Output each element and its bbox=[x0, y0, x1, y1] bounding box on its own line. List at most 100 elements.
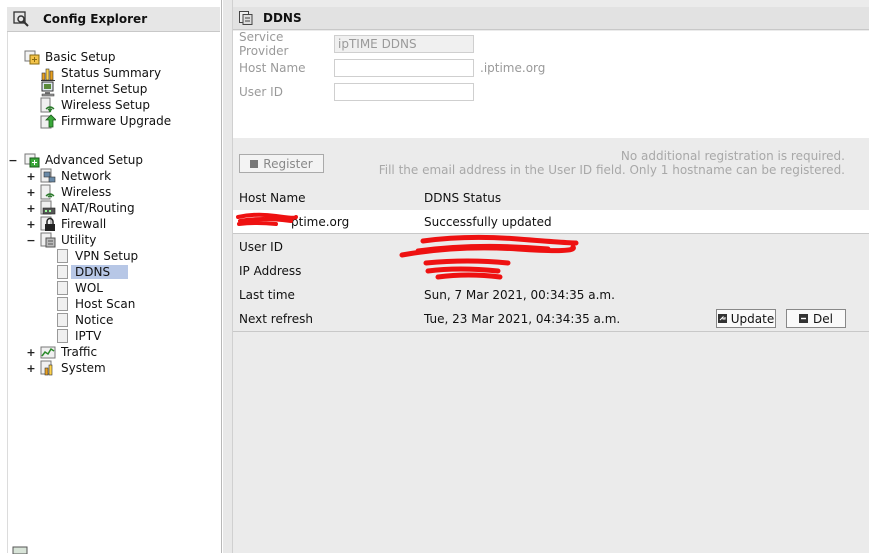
config-explorer-panel: Config Explorer Basic Setup Status Summa… bbox=[0, 0, 222, 554]
vpn-setup-page-icon bbox=[57, 249, 68, 263]
firewall-expand-toggle[interactable]: + bbox=[26, 218, 36, 231]
tree-wireless[interactable]: + Wireless bbox=[26, 184, 111, 200]
register-area: Register No additional registration is r… bbox=[233, 138, 869, 182]
tree-iptv-label: IPTV bbox=[75, 329, 102, 343]
tree-iptv[interactable]: IPTV bbox=[57, 328, 101, 344]
tree-advanced-setup-label: Advanced Setup bbox=[45, 153, 144, 167]
delete-button-label: Del bbox=[813, 311, 833, 326]
basic-setup-folder-icon bbox=[24, 50, 40, 65]
advanced-setup-folder-icon bbox=[24, 153, 40, 168]
update-button-label: Update bbox=[730, 311, 775, 326]
tree-host-scan[interactable]: Host Scan bbox=[57, 296, 135, 312]
tree-wireless-setup-label: Wireless Setup bbox=[61, 98, 150, 112]
iptv-page-icon bbox=[57, 329, 68, 343]
wol-page-icon bbox=[57, 281, 68, 295]
tree-wol-label: WOL bbox=[75, 281, 103, 295]
user-id-label: User ID bbox=[239, 85, 283, 99]
system-icon bbox=[40, 360, 53, 376]
wireless-icon bbox=[40, 184, 55, 200]
lock-icon bbox=[40, 216, 55, 231]
ddns-form: Service Provider ipTIME DDNS Host Name .… bbox=[233, 30, 869, 138]
tree-internet-setup-label: Internet Setup bbox=[61, 82, 148, 96]
tree-wireless-setup[interactable]: Wireless Setup bbox=[40, 97, 150, 113]
ddns-status-value: Successfully updated bbox=[424, 214, 552, 229]
utility-icon bbox=[40, 232, 56, 248]
last-time-detail-row: Last time Sun, 7 Mar 2021, 00:34:35 a.m. bbox=[233, 283, 869, 307]
host-name-row: Host Name .iptime.org bbox=[239, 58, 545, 78]
ddns-page-header-icon bbox=[239, 11, 253, 25]
tree-host-scan-label: Host Scan bbox=[75, 297, 136, 311]
explorer-search-icon bbox=[13, 11, 29, 27]
ddns-header: DDNS bbox=[233, 7, 869, 30]
ddns-status-column-header: DDNS Status bbox=[424, 191, 502, 205]
tree-system-label: System bbox=[61, 361, 106, 375]
next-refresh-detail-label: Next refresh bbox=[239, 312, 313, 326]
traffic-expand-toggle[interactable]: + bbox=[26, 346, 36, 359]
system-expand-toggle[interactable]: + bbox=[26, 362, 36, 375]
tree-vpn-setup[interactable]: VPN Setup bbox=[57, 248, 138, 264]
firmware-upgrade-icon bbox=[40, 114, 56, 129]
ddns-title: DDNS bbox=[263, 11, 302, 25]
tree-wol[interactable]: WOL bbox=[57, 280, 103, 296]
tree-utility[interactable]: − Utility bbox=[26, 232, 96, 248]
tree-status-summary[interactable]: Status Summary bbox=[40, 65, 161, 81]
tree-internet-setup[interactable]: Internet Setup bbox=[40, 81, 147, 97]
config-explorer-title: Config Explorer bbox=[43, 12, 148, 26]
table-header-row: Host Name DDNS Status bbox=[233, 186, 869, 210]
user-id-detail-label: User ID bbox=[239, 240, 283, 254]
last-time-detail-label: Last time bbox=[239, 288, 295, 302]
tree-traffic[interactable]: + Traffic bbox=[26, 344, 97, 360]
tree-network-label: Network bbox=[61, 169, 112, 183]
tree-vpn-setup-label: VPN Setup bbox=[75, 249, 139, 263]
panel-splitter[interactable] bbox=[223, 0, 233, 553]
computer-icon bbox=[41, 81, 55, 97]
tree-system[interactable]: + System bbox=[26, 360, 106, 376]
wireless-signal-icon bbox=[40, 97, 55, 113]
tree-traffic-label: Traffic bbox=[61, 345, 98, 359]
tree-nat-routing[interactable]: + NAT/Routing bbox=[26, 200, 135, 216]
service-provider-field[interactable]: ipTIME DDNS bbox=[334, 35, 474, 53]
router-icon bbox=[40, 200, 56, 215]
registration-note-line2: Fill the email address in the User ID fi… bbox=[378, 163, 845, 177]
user-id-input[interactable] bbox=[334, 83, 474, 101]
advanced-setup-collapse-toggle[interactable]: − bbox=[8, 154, 18, 167]
tree-notice-label: Notice bbox=[75, 313, 114, 327]
tree-advanced-setup[interactable]: − Advanced Setup bbox=[8, 152, 143, 168]
host-name-input[interactable] bbox=[334, 59, 474, 77]
plus-icon bbox=[250, 159, 259, 168]
tree-basic-setup[interactable]: Basic Setup bbox=[24, 49, 116, 65]
minus-icon bbox=[799, 314, 809, 323]
user-id-row: User ID bbox=[239, 82, 474, 102]
service-provider-label: Service Provider bbox=[239, 30, 289, 58]
tree-utility-label: Utility bbox=[61, 233, 97, 247]
tree-notice[interactable]: Notice bbox=[57, 312, 113, 328]
network-icon bbox=[40, 168, 56, 183]
registration-note-line1: No additional registration is required. bbox=[620, 149, 845, 163]
status-chart-icon bbox=[41, 68, 55, 81]
config-explorer-header: Config Explorer bbox=[7, 7, 220, 32]
tree-firewall[interactable]: + Firewall bbox=[26, 216, 106, 232]
network-expand-toggle[interactable]: + bbox=[26, 170, 36, 183]
utility-collapse-toggle[interactable]: − bbox=[26, 234, 36, 247]
tree-firmware-upgrade[interactable]: Firmware Upgrade bbox=[40, 113, 171, 129]
register-button[interactable]: Register bbox=[239, 154, 324, 173]
table-row[interactable]: ptime.org Successfully updated bbox=[233, 210, 869, 234]
update-button[interactable]: Update bbox=[716, 309, 776, 328]
nat-routing-expand-toggle[interactable]: + bbox=[26, 202, 36, 215]
host-name-label: Host Name bbox=[239, 61, 306, 75]
ddns-page-icon bbox=[57, 265, 68, 279]
tree-ddns[interactable]: DDNS bbox=[57, 264, 129, 280]
tree-nat-routing-label: NAT/Routing bbox=[61, 201, 135, 215]
tree-status-summary-label: Status Summary bbox=[61, 66, 162, 80]
tree-basic-setup-label: Basic Setup bbox=[45, 50, 116, 64]
traffic-chart-icon bbox=[40, 346, 56, 359]
redaction-scribble-hostname bbox=[236, 212, 298, 226]
host-name-value: ptime.org bbox=[291, 214, 350, 229]
host-scan-page-icon bbox=[57, 297, 68, 311]
service-provider-row: Service Provider ipTIME DDNS bbox=[239, 30, 474, 58]
delete-button[interactable]: Del bbox=[786, 309, 846, 328]
tree-firewall-label: Firewall bbox=[61, 217, 107, 231]
host-name-column-header: Host Name bbox=[239, 191, 306, 205]
wireless-expand-toggle[interactable]: + bbox=[26, 186, 36, 199]
tree-network[interactable]: + Network bbox=[26, 168, 111, 184]
